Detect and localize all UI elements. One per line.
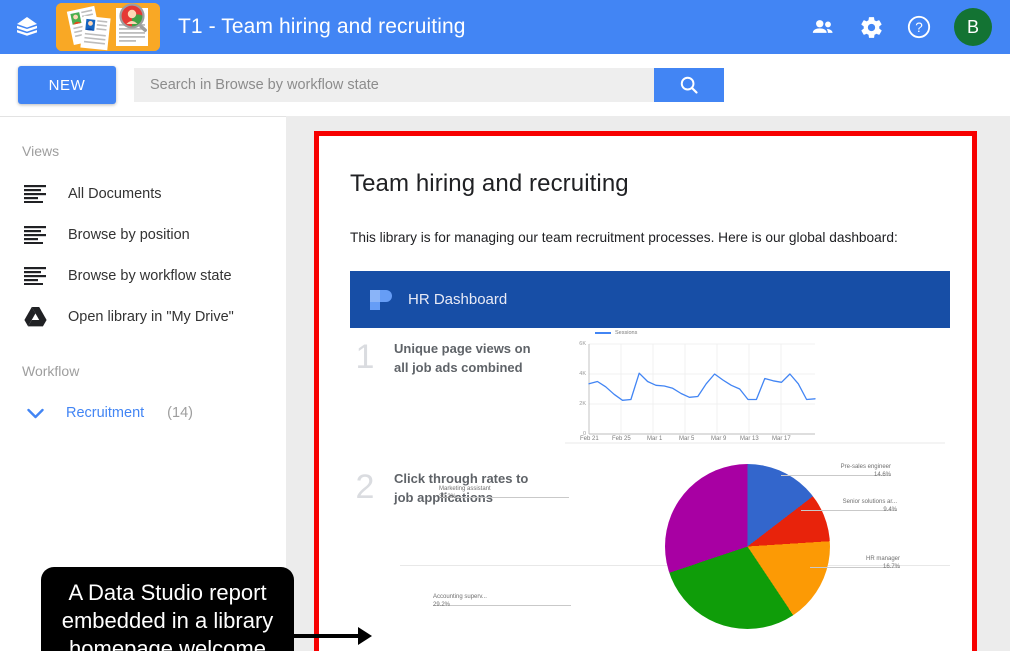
new-button[interactable]: NEW xyxy=(18,66,116,104)
pie-label-value: 30.2% xyxy=(439,494,457,501)
sidebar-item-all-documents[interactable]: All Documents xyxy=(0,173,286,214)
welcome-message: Team hiring and recruiting This library … xyxy=(319,136,972,642)
report-row-number: 2 xyxy=(355,468,375,506)
pie-disc xyxy=(665,464,830,629)
report-row-label: 2 Click through rates to job application… xyxy=(350,452,565,642)
pie-label-accounting-supervisor: Accounting superv... 29.2% xyxy=(433,593,571,609)
people-icon[interactable] xyxy=(810,14,836,40)
google-drive-icon xyxy=(22,306,48,327)
body: Views All Documents Browse by position B… xyxy=(0,116,1010,651)
x-tick-4: Mar 9 xyxy=(711,436,727,442)
callout-arrow-head xyxy=(358,627,372,645)
library-title: Team hiring and recruiting xyxy=(350,170,629,197)
sidebar-item-label: Browse by workflow state xyxy=(68,267,232,284)
toolbar: NEW xyxy=(0,54,1010,116)
search-button[interactable] xyxy=(654,68,724,102)
pie-label-pre-sales-engineer: Pre-sales engineer 14.6% xyxy=(781,463,891,479)
document-list-icon xyxy=(22,266,48,285)
svg-text:?: ? xyxy=(915,20,923,35)
sidebar-item-browse-by-workflow-state[interactable]: Browse by workflow state xyxy=(0,255,286,296)
callout-annotation: A Data Studio report embedded in a libra… xyxy=(41,567,294,651)
x-tick-2: Mar 1 xyxy=(647,436,663,442)
library-homepage-panel: Team hiring and recruiting This library … xyxy=(314,131,977,651)
pie-label-value: 16.7% xyxy=(882,564,900,571)
page-title: T1 - Team hiring and recruiting xyxy=(178,15,466,38)
topbar-actions: ? B xyxy=(810,8,1010,46)
chevron-down-icon[interactable] xyxy=(22,408,48,419)
recruiting-documents-icon xyxy=(56,3,160,51)
pie-label-senior-solutions-architect: Senior solutions ar... 9.4% xyxy=(801,498,897,514)
sidebar-item-label[interactable]: Recruitment xyxy=(66,405,144,421)
report-header: HR Dashboard xyxy=(350,271,950,328)
sidebar-item-open-library-in-my-drive[interactable]: Open library in "My Drive" xyxy=(0,296,286,337)
callout-arrow-line xyxy=(293,634,363,638)
top-bar: T1 - Team hiring and recruiting ? B xyxy=(0,0,1010,54)
pie-label-value: 14.6% xyxy=(873,472,891,479)
pie-label-value: 9.4% xyxy=(883,507,897,514)
x-tick-5: Mar 13 xyxy=(740,436,759,442)
search-bar xyxy=(134,68,724,102)
pie-label-value: 29.2% xyxy=(433,602,451,609)
app-window: T1 - Team hiring and recruiting ? B NEW … xyxy=(0,0,1010,651)
pie-label-marketing-assistant: Marketing assistant 30.2% xyxy=(439,485,569,501)
report-row-2: 2 Click through rates to job application… xyxy=(350,452,950,642)
pie-label-text: Marketing assistant xyxy=(439,486,491,492)
pie-label-text: HR manager xyxy=(865,556,900,562)
data-studio-report[interactable]: HR Dashboard 1 Unique page views on all … xyxy=(350,271,950,642)
report-row-label: 1 Unique page views on all job ads combi… xyxy=(350,328,565,452)
report-row-heading: Unique page views on all job ads combine… xyxy=(394,341,531,375)
report-body: 1 Unique page views on all job ads combi… xyxy=(350,328,950,642)
document-list-icon xyxy=(22,225,48,244)
sidebar-item-count: (14) xyxy=(167,405,193,421)
avatar[interactable]: B xyxy=(954,8,992,46)
x-tick-3: Mar 5 xyxy=(679,436,695,442)
report-row-number: 1 xyxy=(355,338,375,376)
sidebar-item-label: Browse by position xyxy=(68,226,190,243)
help-circle-icon[interactable]: ? xyxy=(906,14,932,40)
pie-label-text: Pre-sales engineer xyxy=(840,464,891,470)
x-tick-0: Feb 21 xyxy=(580,436,599,442)
gear-icon[interactable] xyxy=(858,14,884,40)
pie-label-hr-manager: HR manager 16.7% xyxy=(810,555,900,571)
sidebar-section-views: Views xyxy=(22,143,60,159)
sidebar-item-recruitment[interactable]: Recruitment (14) xyxy=(0,393,286,433)
data-studio-icon xyxy=(366,286,394,314)
pie-label-text: Senior solutions ar... xyxy=(842,499,897,505)
sidebar-section-workflow: Workflow xyxy=(22,363,80,379)
sidebar-item-label: Open library in "My Drive" xyxy=(68,308,234,325)
pie-chart[interactable]: Marketing assistant 30.2% Accounting sup… xyxy=(433,452,950,642)
x-tick-1: Feb 25 xyxy=(612,436,631,442)
library-intro-text: This library is for managing our team re… xyxy=(350,230,898,245)
report-row-1: 1 Unique page views on all job ads combi… xyxy=(350,328,950,452)
search-input[interactable] xyxy=(134,68,654,102)
sidebar-item-browse-by-position[interactable]: Browse by position xyxy=(0,214,286,255)
drive-logo-icon[interactable] xyxy=(0,0,54,54)
line-chart[interactable]: Sessions 6K 4K 2K 0 Feb 21 Feb 25 Mar 1 … xyxy=(565,330,950,450)
document-list-icon xyxy=(22,184,48,203)
sidebar-item-label: All Documents xyxy=(68,185,162,202)
report-title: HR Dashboard xyxy=(408,291,508,308)
pie-label-text: Accounting superv... xyxy=(433,594,487,600)
x-tick-6: Mar 17 xyxy=(772,436,791,442)
